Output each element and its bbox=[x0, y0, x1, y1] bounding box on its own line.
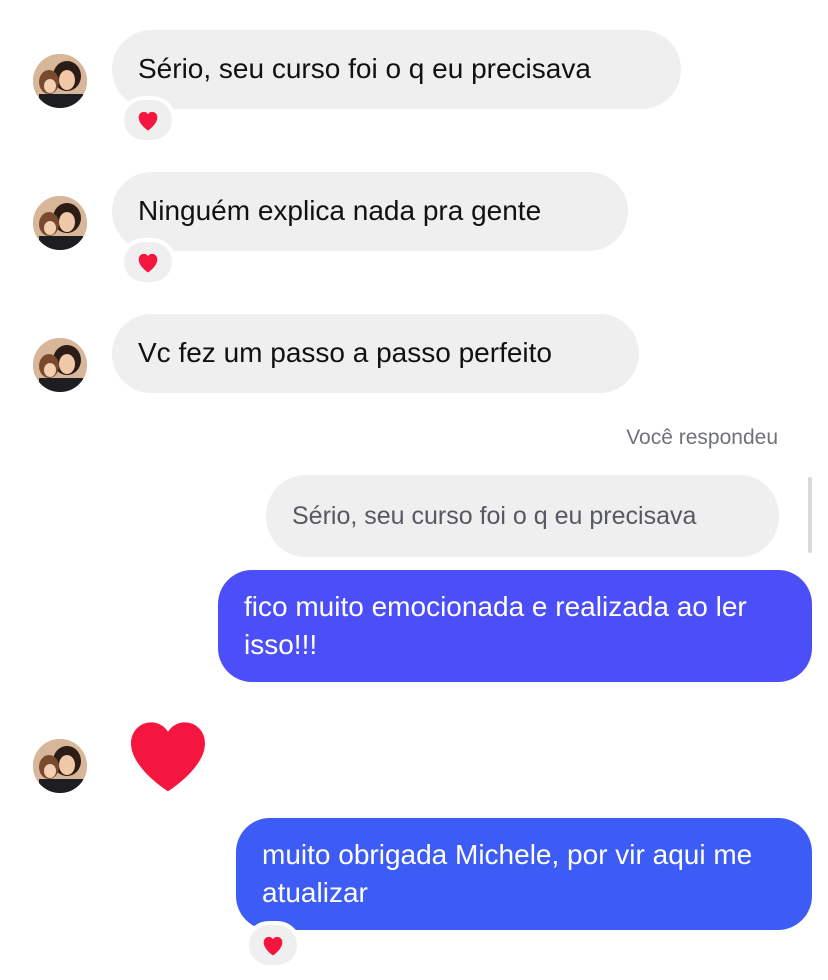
quoted-text: Sério, seu curso foi o q eu precisava bbox=[292, 502, 697, 530]
message-text: muito obrigada Michele, por vir aqui me … bbox=[262, 839, 753, 908]
message-reaction[interactable] bbox=[120, 96, 176, 144]
outgoing-message-bubble[interactable]: muito obrigada Michele, por vir aqui me … bbox=[236, 818, 812, 930]
avatar-photo bbox=[33, 338, 87, 392]
message-text: Vc fez um passo a passo perfeito bbox=[138, 337, 552, 368]
red-heart-emoji-icon bbox=[138, 253, 158, 273]
outgoing-message-bubble[interactable]: fico muito emocionada e realizada ao ler… bbox=[218, 570, 812, 682]
contact-avatar[interactable] bbox=[33, 54, 87, 108]
contact-avatar[interactable] bbox=[33, 739, 87, 793]
incoming-message-bubble[interactable]: Sério, seu curso foi o q eu precisava bbox=[112, 30, 681, 109]
reply-label: Você respondeu bbox=[626, 426, 778, 449]
avatar-photo bbox=[33, 196, 87, 250]
incoming-message-bubble[interactable]: Ninguém explica nada pra gente bbox=[112, 172, 628, 251]
message-reaction[interactable] bbox=[120, 238, 176, 286]
message-text: Sério, seu curso foi o q eu precisava bbox=[138, 53, 591, 84]
scrollbar[interactable] bbox=[808, 477, 812, 553]
quoted-message-bubble[interactable]: Sério, seu curso foi o q eu precisava bbox=[266, 475, 779, 557]
avatar-photo bbox=[33, 739, 87, 793]
contact-avatar[interactable] bbox=[33, 338, 87, 392]
large-red-heart-icon[interactable] bbox=[126, 719, 210, 793]
message-reaction[interactable] bbox=[245, 921, 301, 969]
message-text: Ninguém explica nada pra gente bbox=[138, 195, 542, 226]
avatar-photo bbox=[33, 54, 87, 108]
red-heart-emoji-icon bbox=[138, 111, 158, 131]
red-heart-emoji-icon bbox=[263, 936, 283, 956]
message-text: fico muito emocionada e realizada ao ler… bbox=[244, 591, 747, 660]
contact-avatar[interactable] bbox=[33, 196, 87, 250]
incoming-message-bubble[interactable]: Vc fez um passo a passo perfeito bbox=[112, 314, 639, 393]
